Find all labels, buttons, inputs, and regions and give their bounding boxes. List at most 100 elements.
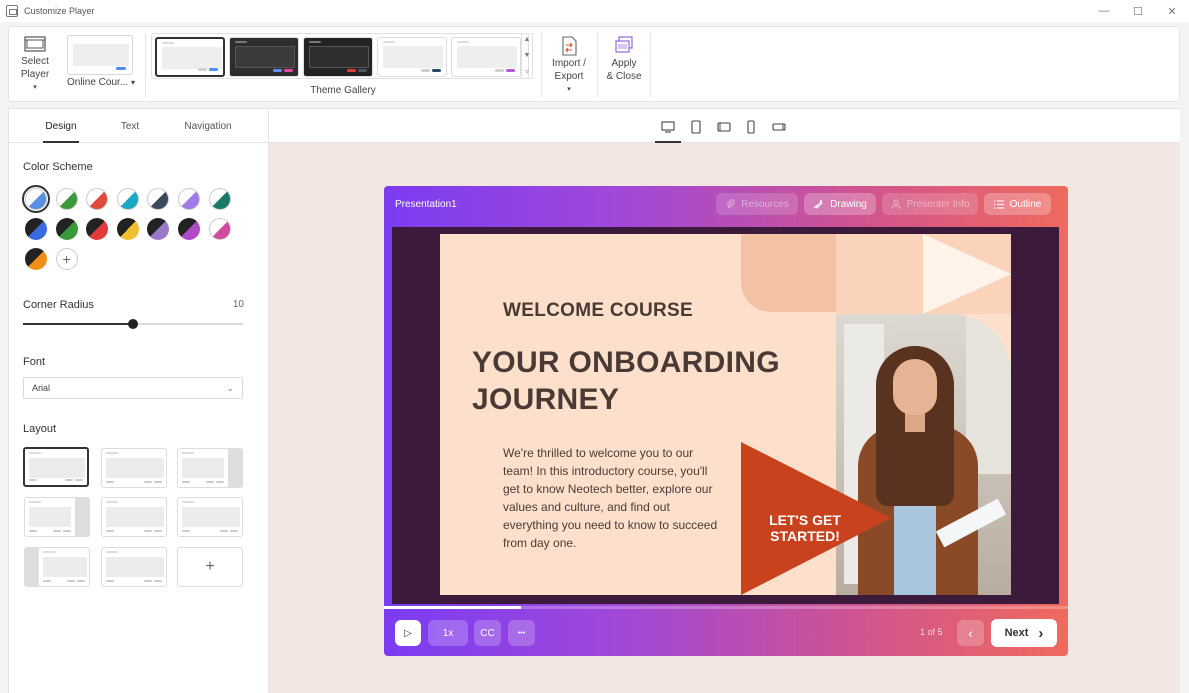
layout-option-classic[interactable] xyxy=(101,547,167,587)
outline-button[interactable]: Outline xyxy=(984,193,1051,215)
color-swatch[interactable] xyxy=(25,248,47,270)
ribbon-separator xyxy=(597,33,598,97)
color-swatch[interactable] xyxy=(55,188,78,210)
decorative-triangle xyxy=(923,234,1011,314)
color-swatch[interactable] xyxy=(147,218,170,240)
previous-button[interactable]: ‹ xyxy=(957,620,984,646)
color-swatch[interactable] xyxy=(116,188,139,210)
ribbon-separator xyxy=(541,33,542,97)
apply-close-button[interactable]: Apply & Close xyxy=(601,27,647,103)
corner-radius-value: 10 xyxy=(232,299,244,310)
next-label: Next xyxy=(1004,627,1029,639)
corner-radius-slider[interactable] xyxy=(23,319,243,329)
progress-bar[interactable] xyxy=(384,606,1068,609)
cta-text[interactable]: LET'S GET STARTED! xyxy=(760,512,850,544)
tab-navigation[interactable]: Navigation xyxy=(181,109,235,143)
import-export-label-2: Export xyxy=(554,71,584,82)
add-layout-button[interactable]: + xyxy=(177,547,243,587)
player-window-icon xyxy=(24,36,46,52)
person-icon xyxy=(891,199,901,209)
next-button[interactable]: Next › xyxy=(991,619,1057,647)
add-color-scheme-button[interactable]: + xyxy=(55,248,78,270)
tablet-portrait-icon[interactable] xyxy=(689,120,703,134)
drawing-label: Drawing xyxy=(830,198,867,210)
color-swatch[interactable] xyxy=(147,188,170,210)
close-button[interactable]: ✕ xyxy=(1155,0,1189,22)
more-options-button[interactable]: ••• xyxy=(508,620,535,646)
slide-body-text: We're thrilled to welcome you to our tea… xyxy=(503,446,718,550)
theme-gallery-scroller[interactable]: ▲ ▼ ▿ xyxy=(521,33,533,79)
theme-option[interactable] xyxy=(303,37,373,77)
resources-button[interactable]: Resources xyxy=(716,193,798,215)
chevron-down-icon: ⌄ xyxy=(226,383,234,393)
window-title: Customize Player xyxy=(24,6,95,16)
slider-fill xyxy=(23,323,133,325)
player-template-dropdown[interactable]: Online Cour... ▾ xyxy=(67,77,135,88)
app-icon xyxy=(6,5,18,17)
player-preview: Presentation1 Resources Drawing Presente… xyxy=(384,186,1068,656)
playback-speed-button[interactable]: 1x xyxy=(428,620,468,646)
color-swatch[interactable] xyxy=(55,218,78,240)
layout-option-wide[interactable] xyxy=(101,448,167,488)
color-swatch[interactable] xyxy=(208,218,231,240)
phone-portrait-icon[interactable] xyxy=(744,120,758,134)
preview-area: Presentation1 Resources Drawing Presente… xyxy=(269,108,1180,693)
slide-headline: YOUR ONBOARDING JOURNEY xyxy=(472,346,780,416)
slide-pager: 1 of 5 xyxy=(920,627,943,637)
layout-option-left-sidebar[interactable] xyxy=(24,547,90,587)
color-swatch[interactable] xyxy=(178,188,200,210)
color-swatch[interactable] xyxy=(86,218,109,240)
desktop-icon[interactable] xyxy=(655,120,681,143)
theme-option[interactable] xyxy=(155,37,225,77)
color-scheme-title: Color Scheme xyxy=(23,161,93,173)
minimize-button[interactable]: — xyxy=(1087,0,1121,22)
drawing-button[interactable]: Drawing xyxy=(804,193,876,215)
import-export-button[interactable]: Import / Export ▾ xyxy=(545,27,593,103)
layout-option-right-panel[interactable] xyxy=(24,497,90,537)
color-swatch[interactable] xyxy=(22,185,50,213)
color-swatch[interactable] xyxy=(86,188,109,210)
expand-gallery-icon[interactable]: ▿ xyxy=(525,68,529,76)
color-swatch[interactable] xyxy=(116,218,139,240)
title-bar: Customize Player — ☐ ✕ xyxy=(0,0,1189,22)
theme-option[interactable] xyxy=(229,37,299,77)
color-swatch[interactable] xyxy=(25,218,47,240)
player-template-value: Online Cour... xyxy=(67,77,129,88)
player-preview-thumb[interactable] xyxy=(67,35,133,75)
theme-gallery xyxy=(151,33,529,79)
color-swatch[interactable] xyxy=(208,188,231,210)
decorative-shape xyxy=(741,234,836,312)
design-panel: Design Text Navigation Color Scheme + Co… xyxy=(8,108,269,693)
select-player-button[interactable]: Select Player ▾ xyxy=(13,27,57,103)
layout-option-minimal[interactable] xyxy=(101,497,167,537)
tablet-landscape-icon[interactable] xyxy=(717,120,731,134)
layout-option-compact[interactable] xyxy=(177,497,243,537)
layout-option-standard[interactable] xyxy=(23,447,89,487)
theme-option[interactable] xyxy=(377,37,447,77)
select-player-label-2: Player xyxy=(20,69,50,80)
progress-fill xyxy=(384,606,521,609)
ribbon-separator xyxy=(650,33,651,97)
presenter-info-button[interactable]: Presenter Info xyxy=(882,193,978,215)
select-player-dropdown-icon: ▾ xyxy=(33,84,37,91)
font-select[interactable]: Arial ⌄ xyxy=(23,377,243,399)
layout-option-right-sidebar[interactable] xyxy=(177,448,243,488)
phone-landscape-icon[interactable] xyxy=(772,120,786,134)
outline-label: Outline xyxy=(1009,198,1042,210)
apply-close-label-2: & Close xyxy=(606,71,642,82)
scroll-down-icon[interactable]: ▼ xyxy=(524,52,531,59)
play-button[interactable]: ▷ xyxy=(395,620,421,646)
scroll-up-icon[interactable]: ▲ xyxy=(524,36,531,43)
tab-text[interactable]: Text xyxy=(117,109,143,143)
tab-design[interactable]: Design xyxy=(43,109,79,143)
color-swatch[interactable] xyxy=(178,218,200,240)
font-title: Font xyxy=(23,356,46,368)
import-export-icon xyxy=(562,36,577,56)
resources-label: Resources xyxy=(741,198,789,210)
chevron-down-icon: ▾ xyxy=(130,78,135,87)
maximize-button[interactable]: ☐ xyxy=(1121,0,1155,22)
slider-knob[interactable] xyxy=(128,319,138,329)
captions-button[interactable]: CC xyxy=(474,620,501,646)
layout-title: Layout xyxy=(23,423,57,435)
theme-option[interactable] xyxy=(451,37,521,77)
